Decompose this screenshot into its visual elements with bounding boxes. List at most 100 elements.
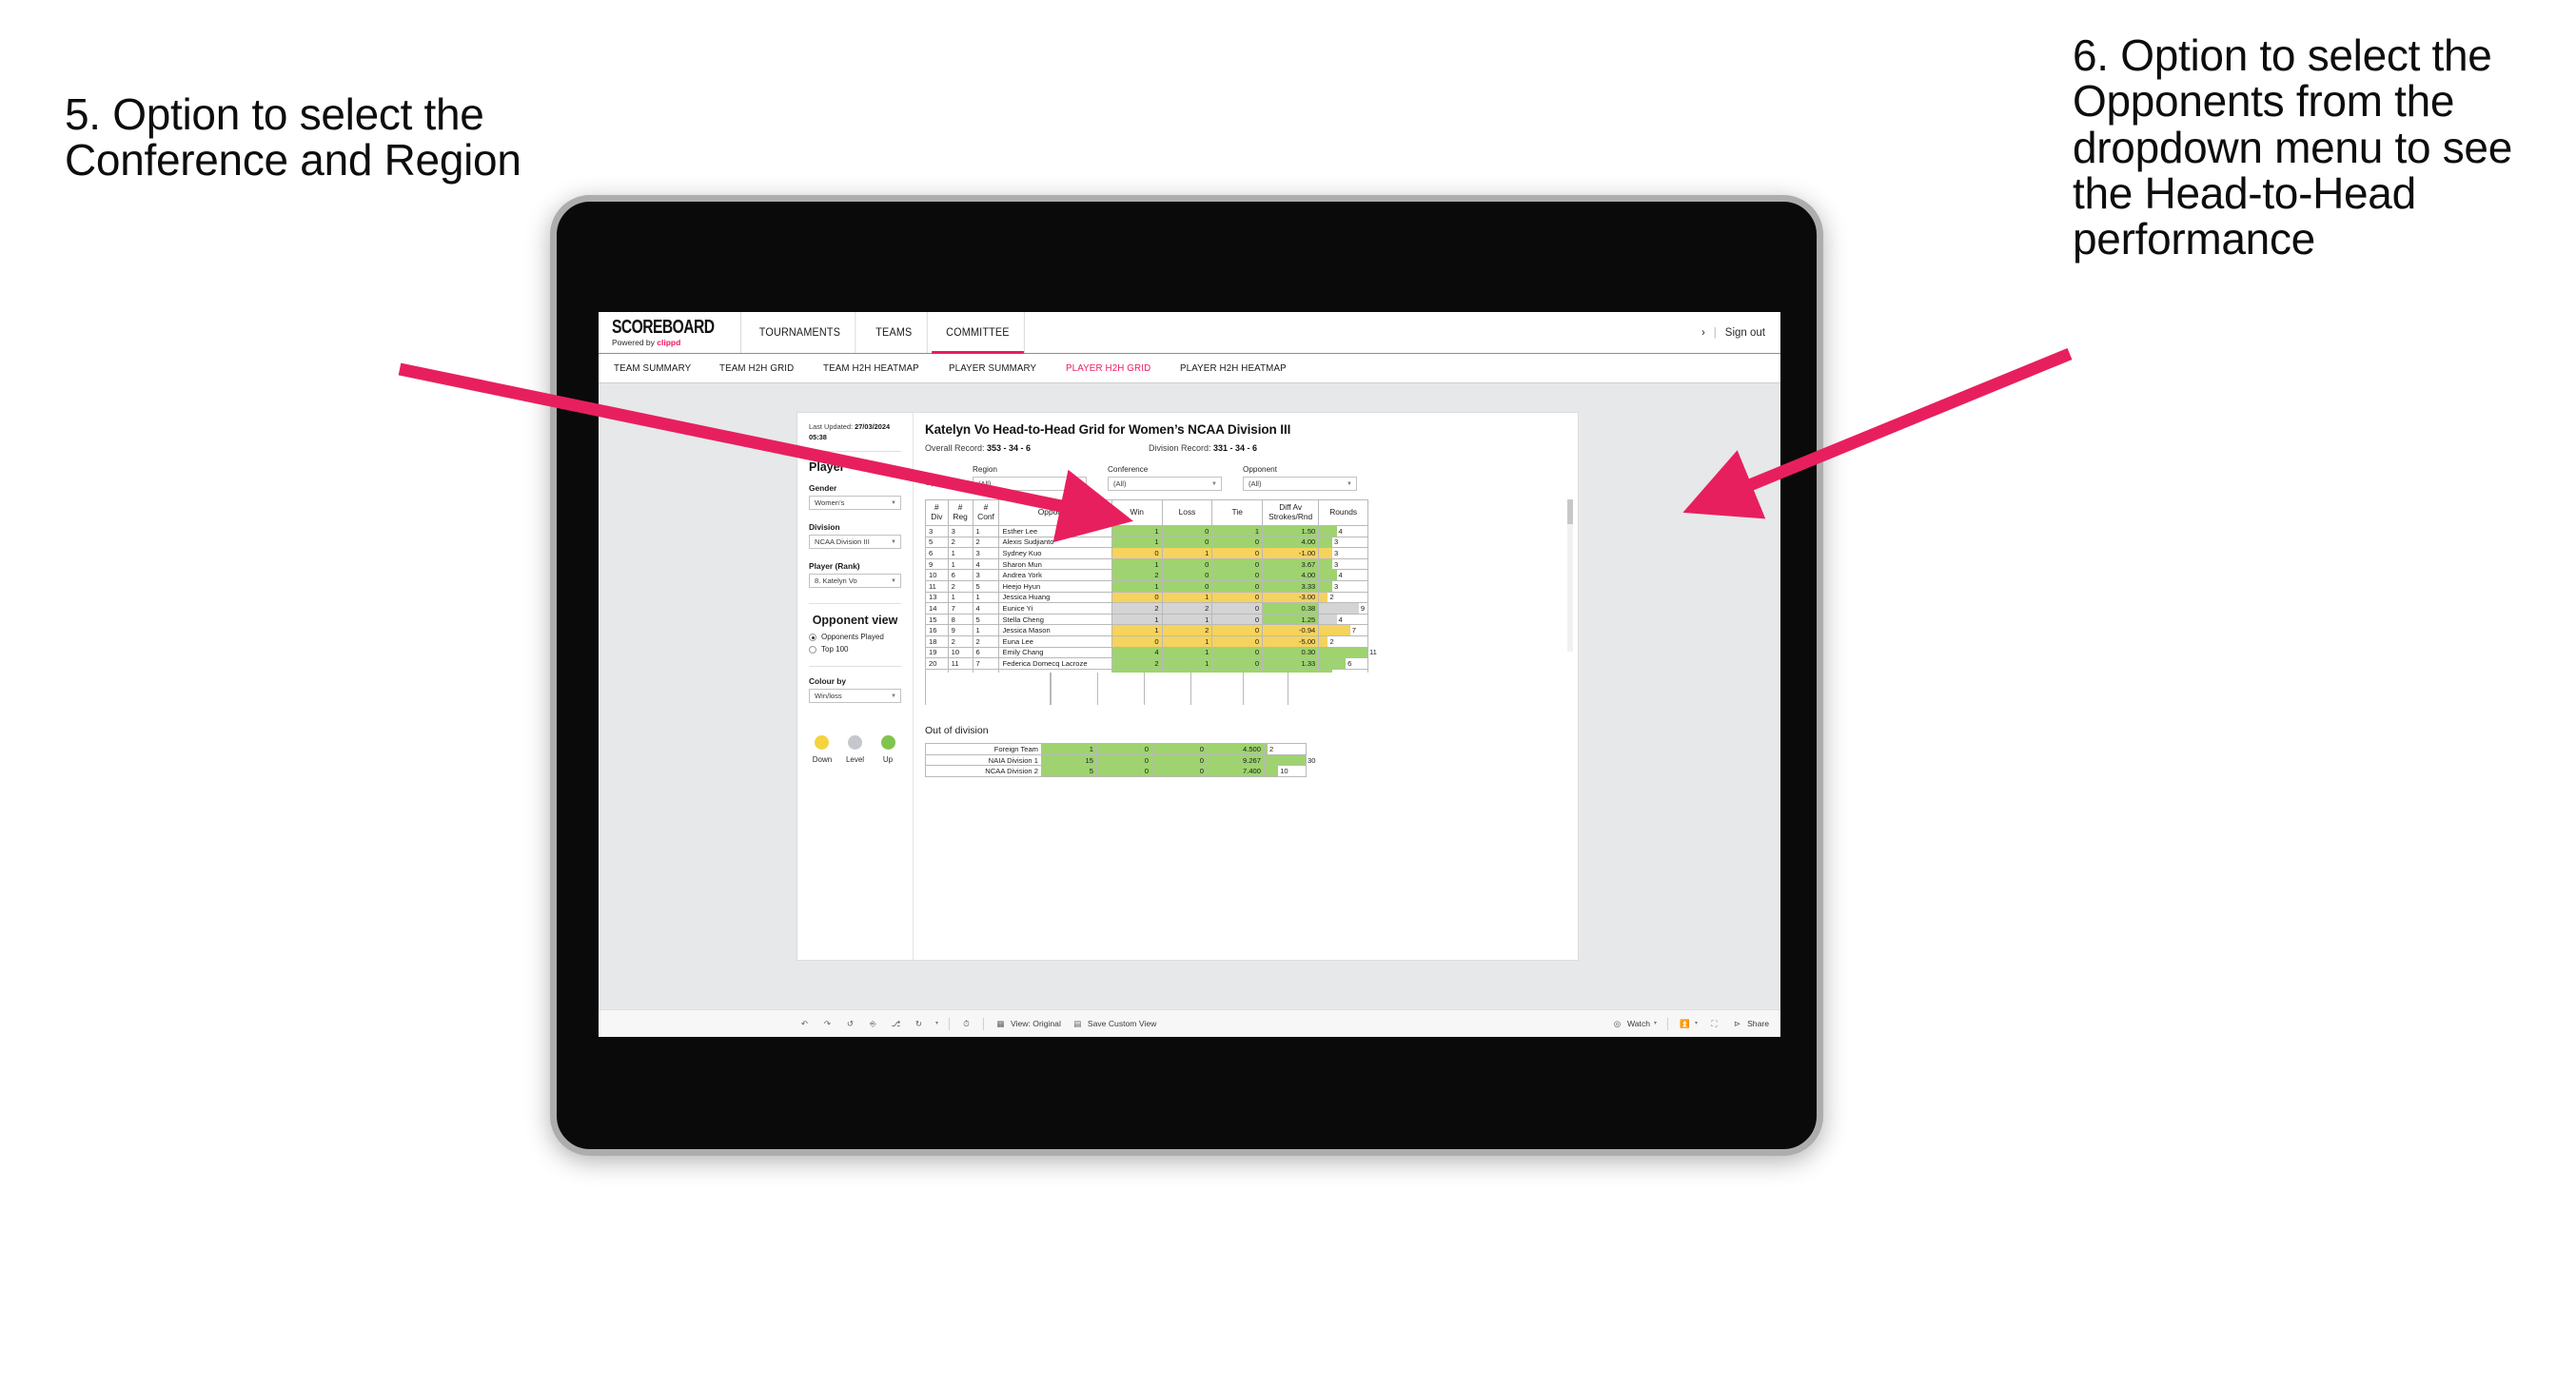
share-icon: ⊳	[1733, 1018, 1741, 1028]
cell-div: 15	[925, 613, 949, 626]
col-diff[interactable]: Diff Av Strokes/Rnd	[1262, 499, 1320, 526]
h2h-header-row: # Div # Reg # Conf Opponent Win Loss Tie Di…	[925, 499, 1368, 526]
gender-select[interactable]: Women’s ▼	[809, 496, 901, 511]
topnav-item-committee[interactable]: COMMITTEE	[932, 312, 1025, 354]
brand-logo[interactable]: SCOREBOARD Powered by clippd	[599, 312, 741, 353]
opponent-select[interactable]: (All) ▼	[1243, 477, 1357, 491]
subnav-item-player-summary[interactable]: PLAYER SUMMARY	[949, 362, 1036, 374]
cell-conf: 5	[972, 613, 1000, 626]
col-div[interactable]: # Div	[925, 499, 949, 526]
dashboard-canvas: Last Updated: 27/03/2024 05:38 Player Gen…	[599, 383, 1780, 1037]
pause-refresh-icon[interactable]: ⎇	[890, 1018, 902, 1030]
chevron-down-icon[interactable]: ▾	[935, 1021, 938, 1026]
save-view-icon: ▤	[1073, 1018, 1082, 1028]
col-tie[interactable]: Tie	[1211, 499, 1264, 526]
out-of-division-table-body: Foreign Team 1 0 0 4.500 2 NAIA Division 1 15 0 0…	[925, 743, 1315, 777]
cell-conf: 4	[972, 602, 1000, 615]
toolbar-divider-2	[983, 1017, 985, 1030]
table-row[interactable]: 16 9 1 Jessica Mason 1 2 0 -0.94 7	[925, 624, 1368, 636]
table-row[interactable]: 6 1 3 Sydney Kuo 0 1 0 -1.00 3	[925, 547, 1368, 559]
view-original-button[interactable]: ▦ View: Original	[994, 1018, 1060, 1030]
cell-win: 1	[1041, 743, 1097, 755]
cell-rounds-bar: 2	[1318, 634, 1368, 648]
subnav-item-team-h2h-heatmap[interactable]: TEAM H2H HEATMAP	[823, 362, 919, 374]
legend-label-level: Level	[845, 755, 865, 765]
refresh-data-icon[interactable]: ⎆	[867, 1018, 879, 1030]
cell-tie: 0	[1211, 591, 1264, 604]
cell-win: 1	[1111, 624, 1163, 636]
h2h-grid-table: # Div # Reg # Conf Opponent Win Loss Tie Di…	[925, 499, 1377, 673]
sign-out-button[interactable]: Sign out	[1725, 327, 1765, 339]
cell-win: 2	[1111, 569, 1163, 581]
cell-opponent: Esther Lee	[998, 525, 1112, 537]
topnav-item-tournaments[interactable]: TOURNAMENTS	[745, 312, 855, 353]
table-row[interactable]: 11 2 5 Heejo Hyun 1 0 0 3.33 3	[925, 579, 1368, 593]
tablet-screen: SCOREBOARD Powered by clippd TOURNAMENTS…	[599, 312, 1780, 1037]
chevron-right-icon[interactable]: ›	[1701, 327, 1705, 339]
out-of-division-row[interactable]: Foreign Team 1 0 0 4.500 2	[925, 743, 1307, 755]
brand-tagline-prefix: Powered by	[612, 337, 658, 347]
region-select[interactable]: (All) ▼	[973, 477, 1087, 491]
share-button[interactable]: ⊳ Share	[1731, 1018, 1780, 1030]
conference-value: (All)	[1113, 479, 1127, 488]
division-select[interactable]: NCAA Division III ▼	[809, 535, 901, 550]
cell-div: 20	[925, 657, 949, 670]
cell-win: 2	[1111, 657, 1163, 670]
topnav-item-teams[interactable]: TEAMS	[861, 312, 928, 353]
rounds-bar-fill	[1319, 647, 1367, 658]
col-loss[interactable]: Loss	[1161, 499, 1213, 526]
table-row[interactable]: 13 1 1 Jessica Huang 0 1 0 -3.00 2	[925, 591, 1368, 604]
undo-icon[interactable]: ↶	[798, 1018, 811, 1030]
cell-opponent: Federica Domecq Lacroze	[998, 657, 1112, 670]
col-conf[interactable]: # Conf	[972, 499, 1000, 526]
colour-by-label: Colour by	[809, 676, 847, 687]
table-row[interactable]: 20 11 7 Federica Domecq Lacroze 2 1 0 1.33 6	[925, 657, 1368, 670]
revert-icon[interactable]: ↺	[844, 1018, 856, 1030]
subnav-item-team-summary[interactable]: TEAM SUMMARY	[614, 362, 691, 374]
table-row[interactable]: 19 10 6 Emily Chang 4 1 0 0.30 11	[925, 646, 1377, 659]
subnav-item-player-h2h-grid[interactable]: PLAYER H2H GRID	[1066, 362, 1150, 374]
conference-select[interactable]: (All) ▼	[1108, 477, 1222, 491]
legend-dot-down	[815, 735, 829, 751]
table-scrollbar-thumb[interactable]	[1567, 499, 1573, 524]
table-row[interactable]: 15 8 5 Stella Cheng 1 1 0 1.25 4	[925, 613, 1368, 626]
table-row[interactable]: 10 6 3 Andrea York 2 0 0 4.00 4	[925, 569, 1368, 581]
cell-tie: 0	[1151, 743, 1208, 755]
subnav-item-player-h2h-heatmap[interactable]: PLAYER H2H HEATMAP	[1180, 362, 1287, 374]
cell-loss: 0	[1161, 536, 1213, 549]
table-row[interactable]: 5 2 2 Alexis Sudjianto 1 0 0 4.00 3	[925, 536, 1368, 549]
cell-tie: 0	[1211, 557, 1264, 571]
cell-win: 0	[1111, 547, 1163, 559]
table-scrollbar-track[interactable]	[1567, 499, 1573, 652]
table-row[interactable]: 14 7 4 Eunice Yi 2 2 0 0.38 9	[925, 602, 1368, 615]
out-of-division-row[interactable]: NCAA Division 2 5 0 0 7.400 10	[925, 765, 1307, 777]
fullscreen-icon[interactable]: ⛶	[1708, 1018, 1721, 1030]
subnav-item-team-h2h-grid[interactable]: TEAM H2H GRID	[719, 362, 794, 374]
cell-win: 5	[1041, 765, 1097, 777]
col-opponent[interactable]: Opponent	[998, 499, 1112, 526]
col-reg[interactable]: # Reg	[947, 499, 973, 526]
rounds-value: 9	[1360, 603, 1366, 613]
radio-opponents-played[interactable]: Opponents Played	[809, 633, 901, 641]
colour-by-select[interactable]: Win/loss ▼	[809, 689, 901, 704]
replay-icon[interactable]: ↻	[913, 1018, 925, 1030]
cell-conf: 5	[972, 579, 1000, 593]
redo-icon[interactable]: ↷	[821, 1018, 834, 1030]
download-button[interactable]: ⏫ ▾	[1679, 1018, 1698, 1030]
radio-top-100[interactable]: Top 100	[809, 645, 901, 654]
player-rank-select[interactable]: 8. Katelyn Vo ▼	[809, 574, 901, 589]
table-row[interactable]: 18 2 2 Euna Lee 0 1 0 -5.00 2	[925, 634, 1368, 648]
col-win[interactable]: Win	[1111, 499, 1163, 526]
out-of-division-row[interactable]: NAIA Division 1 15 0 0 9.267 30	[925, 753, 1315, 767]
cell-win: 1	[1111, 579, 1163, 593]
table-row[interactable]: 9 1 4 Sharon Mun 1 0 0 3.67 3	[925, 557, 1368, 571]
rounds-value: 6	[1347, 658, 1352, 668]
cell-loss: 1	[1161, 547, 1213, 559]
cell-div: 18	[925, 634, 949, 648]
col-rounds[interactable]: Rounds	[1318, 499, 1368, 526]
rounds-value: 4	[1338, 615, 1343, 624]
save-custom-view-button[interactable]: ▤ Save Custom View	[1072, 1018, 1156, 1030]
watch-button[interactable]: ◎ Watch ▾	[1611, 1018, 1657, 1030]
table-row[interactable]: 3 3 1 Esther Lee 1 0 1 1.50 4	[925, 525, 1368, 537]
pause-auto-update-icon[interactable]: ⏱	[960, 1018, 973, 1030]
